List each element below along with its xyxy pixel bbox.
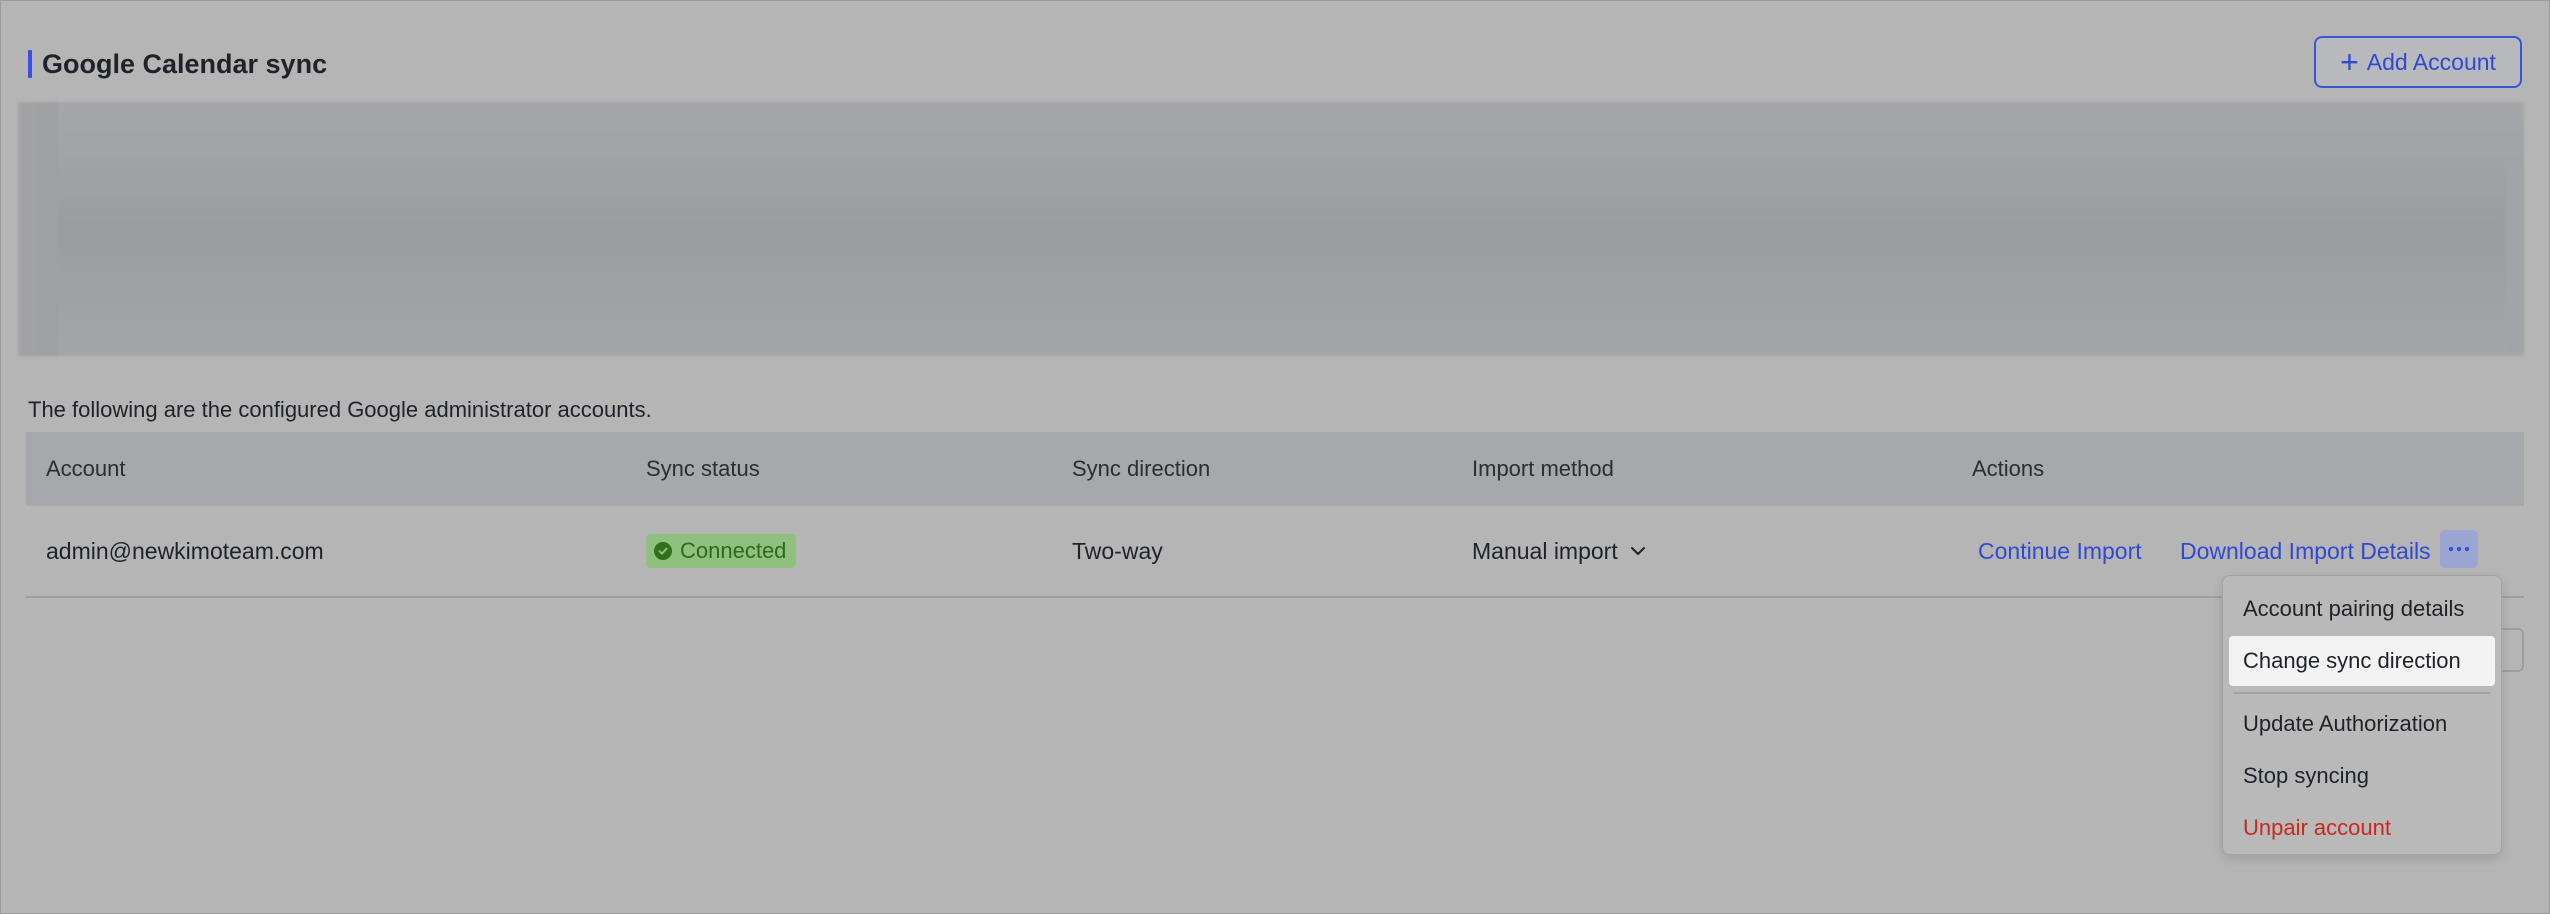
menu-item-account-pairing-details[interactable]: Account pairing details [2223, 584, 2501, 634]
menu-divider [2233, 692, 2491, 694]
more-dot [2465, 547, 2469, 551]
title-accent-bar [28, 50, 32, 78]
accounts-table: Account Sync status Sync direction Impor… [26, 432, 2524, 598]
column-header-account: Account [46, 456, 126, 481]
accounts-description: The following are the configured Google … [28, 397, 652, 422]
column-header-sync-status: Sync status [646, 456, 760, 481]
download-import-details-label: Download Import Details [2180, 537, 2431, 564]
chevron-down-icon [1630, 546, 1646, 556]
add-account-button[interactable]: + Add Account [2314, 36, 2522, 88]
import-method-value: Manual import [1472, 537, 1618, 564]
status-label: Connected [680, 538, 787, 563]
more-actions-button[interactable] [2440, 530, 2478, 568]
blurred-content-panel [18, 102, 2524, 356]
column-header-import-method: Import method [1472, 456, 1614, 481]
more-dot [2449, 547, 2453, 551]
check-circle-icon [654, 542, 672, 560]
plus-icon: + [2340, 44, 2359, 80]
import-method-select[interactable]: Manual import [1472, 506, 1646, 596]
continue-import-label: Continue Import [1978, 537, 2142, 564]
menu-item-stop-syncing[interactable]: Stop syncing [2223, 751, 2501, 801]
menu-item-update-authorization[interactable]: Update Authorization [2223, 699, 2501, 749]
more-dot [2457, 547, 2461, 551]
column-header-actions: Actions [1972, 456, 2045, 481]
continue-import-link[interactable]: Continue Import [1978, 506, 2142, 596]
status-badge: Connected [646, 534, 797, 568]
account-email: admin@newkimoteam.com [46, 537, 324, 564]
column-header-sync-direction: Sync direction [1072, 456, 1211, 481]
menu-item-change-sync-direction[interactable]: Change sync direction [2229, 636, 2495, 686]
sync-status-cell: Connected [646, 506, 797, 596]
menu-item-unpair-account[interactable]: Unpair account [2223, 803, 2501, 853]
add-account-label: Add Account [2366, 48, 2496, 75]
page-title: Google Calendar sync [42, 48, 328, 79]
table-row: admin@newkimoteam.com Connected Two-way … [26, 506, 2524, 598]
sync-direction-value: Two-way [1072, 537, 1163, 564]
pagination-control[interactable] [2502, 628, 2524, 672]
table-header: Account Sync status Sync direction Impor… [26, 432, 2524, 506]
section-header: Google Calendar sync [28, 44, 327, 84]
more-actions-menu: Account pairing details Change sync dire… [2222, 575, 2502, 855]
